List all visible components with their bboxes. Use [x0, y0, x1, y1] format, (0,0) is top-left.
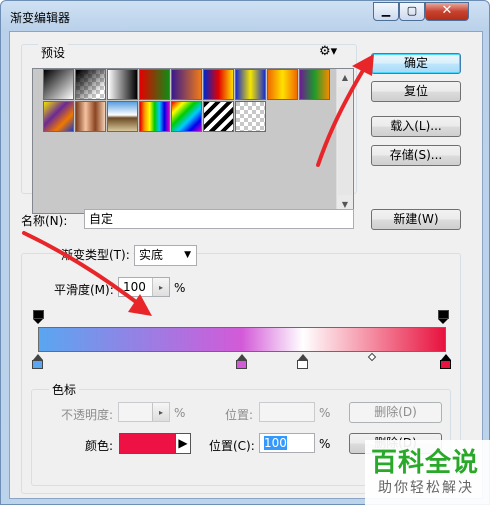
red-annotation-arrows: [22, 54, 374, 316]
watermark: 百科全说 助你轻松解决: [365, 440, 498, 505]
watermark-main: 百科全说: [371, 448, 480, 478]
watermark-sub: 助你轻松解决: [378, 480, 474, 496]
